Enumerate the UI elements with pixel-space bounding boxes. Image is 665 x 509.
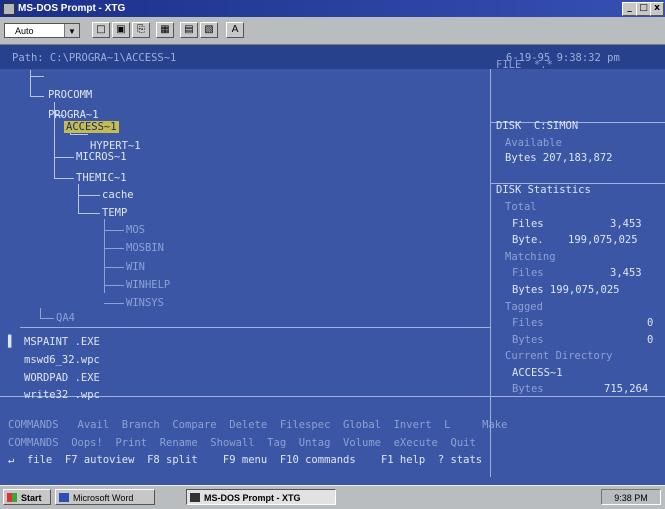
total-files-value: 3,453 [610, 218, 642, 230]
tag-files-label: Files [512, 317, 544, 329]
function-key-row[interactable]: ↵ file F7 autoview F8 split F9 menu F10 … [8, 454, 482, 466]
fullscreen-button[interactable]: ▦ [156, 22, 174, 38]
total-bytes-label: Byte. [512, 234, 544, 246]
match-files-value: 3,453 [610, 267, 642, 279]
matching-label: Matching [505, 251, 556, 263]
msdos-icon[interactable] [3, 3, 15, 15]
taskbar-dos-button[interactable]: MS-DOS Prompt - XTG [186, 489, 336, 505]
tree-item[interactable]: TEMP [102, 207, 127, 219]
tree-item-selected[interactable]: ACCESS~1 [64, 121, 119, 133]
total-files-label: Files [512, 218, 544, 230]
file-item[interactable]: write32 .wpc [24, 389, 100, 401]
system-clock: 9:38 PM [601, 489, 661, 505]
path-bar: Path: C:\PROGRA~1\ACCESS~1 6-19-95 9:38:… [0, 45, 665, 69]
tree-item[interactable]: PROGRA~1 [48, 109, 99, 121]
stats-title: DISK Statistics [496, 184, 591, 196]
tree-item[interactable]: THEMIC~1 [76, 172, 127, 184]
minimize-button[interactable]: _ [622, 2, 637, 16]
word-icon [59, 493, 69, 502]
match-bytes: Bytes 199,075,025 [512, 284, 620, 296]
copy-button[interactable]: ▣ [112, 22, 130, 38]
paste-button[interactable]: ⎘ [132, 22, 150, 38]
tag-bytes-label: Bytes [512, 334, 544, 346]
windows-logo-icon [7, 493, 17, 502]
msdos-icon [190, 493, 200, 502]
taskbar-dos-label: MS-DOS Prompt - XTG [204, 493, 301, 503]
maximize-button[interactable]: □ [636, 2, 651, 16]
properties-button[interactable]: ▤ [180, 22, 198, 38]
tree-item[interactable]: MOSBIN [126, 242, 164, 254]
tagged-label: Tagged [505, 301, 543, 313]
file-spec: FILE *.* [496, 59, 553, 71]
window-title: MS-DOS Prompt - XTG [18, 3, 126, 14]
tree-item[interactable]: QA4 [56, 312, 75, 324]
close-button[interactable]: x [650, 2, 664, 16]
tag-files-value: 0 [647, 317, 654, 329]
mark-button[interactable]: □ [92, 22, 110, 38]
console-window[interactable]: Path: C:\PROGRA~1\ACCESS~1 6-19-95 9:38:… [0, 45, 665, 485]
taskbar-word-label: Microsoft Word [73, 493, 134, 503]
disk-label: DISK C:SIMON [496, 120, 579, 132]
tree-item[interactable]: WINSYS [126, 297, 164, 309]
tree-item[interactable]: PROCOMM [48, 89, 92, 101]
background-button[interactable]: ▧ [200, 22, 218, 38]
tree-item[interactable]: MICROS~1 [76, 151, 127, 163]
total-label: Total [505, 201, 537, 213]
start-button[interactable]: Start [3, 489, 51, 505]
available-label: Available [505, 137, 562, 149]
current-bytes-label: Bytes [512, 383, 544, 395]
file-item[interactable]: MSPAINT .EXE [24, 336, 100, 348]
total-bytes-value: 199,075,025 [568, 234, 638, 246]
current-path: Path: C:\PROGRA~1\ACCESS~1 [12, 52, 177, 64]
toolbar: Auto ▼ □ ▣ ⎘ ▦ ▤ ▧ A [0, 17, 665, 45]
command-menu-row[interactable]: COMMANDS Oops! Print Rename Showall Tag … [8, 437, 476, 449]
current-dir-label: Current Directory [505, 350, 613, 362]
chevron-down-icon[interactable]: ▼ [64, 24, 79, 37]
tag-bytes-value: 0 [647, 334, 654, 346]
taskbar: Start Microsoft Word MS-DOS Prompt - XTG… [0, 485, 665, 509]
font-size-select[interactable]: Auto ▼ [4, 23, 80, 38]
current-bytes-value: 715,264 [604, 383, 649, 395]
match-files-label: Files [512, 267, 544, 279]
command-menu-row[interactable]: COMMANDS Avail Branch Compare Delete Fil… [8, 419, 507, 431]
file-item[interactable]: mswd6_32.wpc [24, 354, 100, 366]
font-button[interactable]: A [226, 22, 244, 38]
tree-item[interactable]: WIN [126, 261, 145, 273]
tree-item[interactable]: MOS [126, 224, 145, 236]
file-item[interactable]: WORDPAD .EXE [24, 372, 100, 384]
title-bar: MS-DOS Prompt - XTG _ □ x [0, 0, 665, 17]
tree-item[interactable]: WINHELP [126, 279, 170, 291]
font-size-value: Auto [15, 26, 34, 36]
available-bytes: Bytes 207,183,872 [505, 152, 613, 164]
file-marker-icon: ▌ [8, 335, 15, 348]
tree-item[interactable]: cache [102, 189, 134, 201]
start-label: Start [21, 493, 42, 503]
taskbar-word-button[interactable]: Microsoft Word [55, 489, 155, 505]
current-dir-name: ACCESS~1 [512, 367, 563, 379]
